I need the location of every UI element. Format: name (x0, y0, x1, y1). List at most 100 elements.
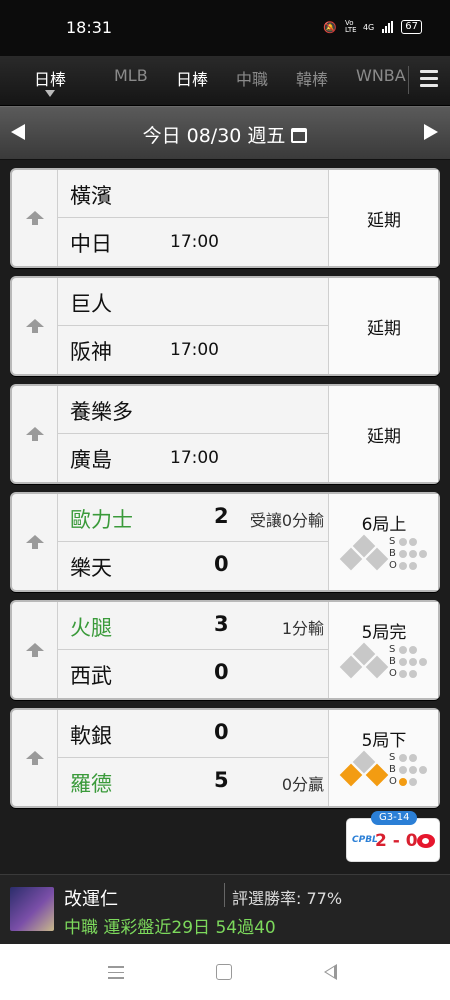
team-score: 0 (214, 660, 229, 684)
tab-selected-sport[interactable]: 日棒 (34, 66, 66, 90)
pin-game-button[interactable] (12, 710, 58, 806)
expert-record: 中職 運彩盤近29日 54過40 (64, 918, 276, 938)
home-team-row: 中日 17:00 (58, 218, 328, 266)
network-label: 4G (362, 22, 375, 32)
live-score-badge[interactable]: G3-14 CPBL 2 - 0 (346, 811, 440, 862)
team-score: 3 (214, 612, 229, 636)
calendar-icon[interactable] (291, 128, 308, 143)
game-time: 17:00 (170, 232, 219, 252)
home-icon[interactable] (216, 964, 232, 980)
game-tag: G3-14 (371, 811, 418, 825)
team-name: 軟銀 (70, 724, 112, 748)
game-status-cell: 5局完 S B O (328, 602, 438, 698)
back-icon[interactable] (324, 964, 337, 980)
team-name: 西武 (70, 664, 112, 688)
status-bar: 18:31 🔕 Vo LTE 4G 67 (0, 0, 450, 56)
count-dot (399, 538, 407, 546)
chevron-down-icon (45, 90, 55, 97)
count-dot (419, 550, 427, 558)
signal-icon (382, 21, 394, 33)
team-name: 巨人 (70, 292, 112, 316)
expert-win-rate: 評選勝率: 77% (232, 889, 343, 908)
count-dot (409, 538, 417, 546)
count-dot (399, 550, 407, 558)
expert-banner[interactable]: 改運仁 評選勝率: 77% 中職 運彩盤近29日 54過40 (0, 874, 450, 944)
arrow-up-icon (26, 751, 44, 765)
game-time: 17:00 (170, 340, 219, 360)
game-card[interactable]: 橫濱中日 17:00 延期 (10, 168, 440, 268)
pin-game-button[interactable] (12, 170, 58, 266)
home-team-row: 廣島 17:00 (58, 434, 328, 482)
team-name: 中日 (70, 232, 112, 256)
count-dot (419, 766, 427, 774)
count-dot (399, 658, 407, 666)
betting-result: 0分贏 (281, 775, 324, 794)
expert-avatar (10, 887, 54, 931)
recent-apps-icon[interactable] (108, 966, 124, 983)
live-score: 2 - 0 (375, 831, 418, 851)
game-card[interactable]: 巨人阪神 17:00 延期 (10, 276, 440, 376)
bases-diamond (339, 534, 389, 578)
menu-icon[interactable] (420, 70, 438, 91)
inning-status: 5局完 (361, 623, 407, 643)
team-name: 火腿 (70, 616, 112, 640)
count-dot (399, 778, 407, 786)
count-dot (409, 550, 417, 558)
pin-game-button[interactable] (12, 386, 58, 482)
count-dot (399, 754, 407, 762)
betting-result: 1分輸 (281, 619, 324, 638)
game-status-cell: 延期 (328, 278, 438, 374)
game-card[interactable]: 養樂多廣島 17:00 延期 (10, 384, 440, 484)
away-team-row: 養樂多 (58, 386, 328, 434)
bases-diamond (339, 750, 389, 794)
home-team-row: 樂天 0 (58, 542, 328, 590)
mute-icon: 🔕 (323, 20, 337, 34)
arrow-up-icon (26, 643, 44, 657)
away-team-row: 歐力士 2 受讓0分輸 (58, 494, 328, 542)
arrow-up-icon (26, 427, 44, 441)
date-bar: 今日 08/30 週五 (0, 106, 450, 160)
system-nav-bar (0, 944, 450, 1000)
pin-game-button[interactable] (12, 494, 58, 590)
home-team-row: 阪神 17:00 (58, 326, 328, 374)
battery-icon: 67 (401, 20, 422, 34)
game-card[interactable]: 火腿 3 1分輸西武 0 5局完 S B O (10, 600, 440, 700)
weibo-icon (417, 834, 435, 848)
game-status: 延期 (367, 211, 401, 231)
count-dot (399, 646, 407, 654)
count-dot (419, 658, 427, 666)
tab-kbo[interactable]: 韓棒 (296, 66, 328, 90)
tab-mlb[interactable]: MLB (114, 66, 148, 85)
expert-name: 改運仁 (64, 889, 118, 910)
status-icons: 🔕 Vo LTE 4G 67 (323, 20, 422, 34)
team-name: 羅德 (70, 772, 112, 796)
team-name: 養樂多 (70, 400, 133, 424)
away-team-row: 橫濱 (58, 170, 328, 218)
tab-npb[interactable]: 日棒 (176, 66, 208, 90)
count-indicator: SBO (389, 752, 429, 788)
inning-status: 5局下 (361, 731, 407, 751)
pin-game-button[interactable] (12, 278, 58, 374)
game-status: 延期 (367, 319, 401, 339)
next-day-button[interactable] (424, 124, 438, 140)
tab-wnba[interactable]: WNBA (356, 66, 406, 85)
date-selector[interactable]: 今日 08/30 週五 (0, 121, 450, 148)
cpbl-logo: CPBL (352, 835, 378, 845)
arrow-up-icon (26, 211, 44, 225)
divider (224, 883, 225, 907)
team-name: 阪神 (70, 340, 112, 364)
game-card[interactable]: 軟銀 0 羅德 5 0分贏 5局下 S B O (10, 708, 440, 808)
tab-divider (408, 66, 409, 94)
count-dot (409, 766, 417, 774)
game-card[interactable]: 歐力士 2 受讓0分輸 樂天 0 6局上 S B O (10, 492, 440, 592)
pin-game-button[interactable] (12, 602, 58, 698)
team-score: 5 (214, 768, 229, 792)
away-team-row: 軟銀 0 (58, 710, 328, 758)
game-status-cell: 延期 (328, 386, 438, 482)
team-name: 橫濱 (70, 184, 112, 208)
count-dot (409, 562, 417, 570)
team-score: 0 (214, 552, 229, 576)
count-indicator: SBO (389, 536, 429, 572)
tab-cpbl[interactable]: 中職 (236, 66, 268, 90)
arrow-up-icon (26, 535, 44, 549)
